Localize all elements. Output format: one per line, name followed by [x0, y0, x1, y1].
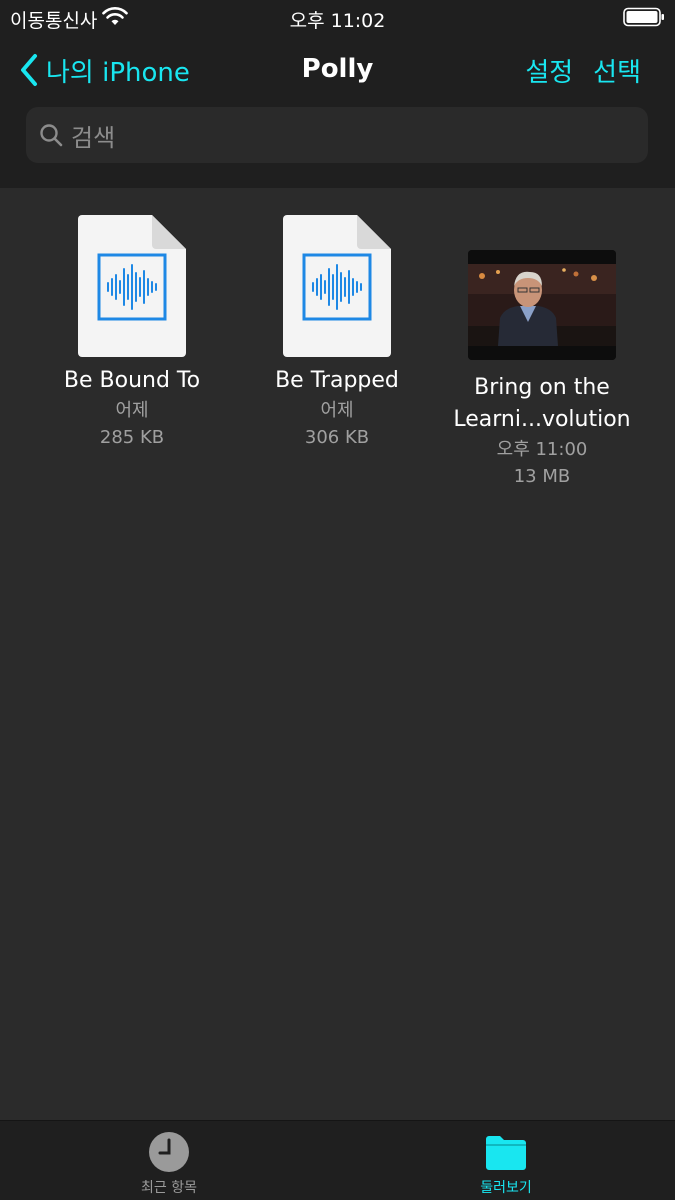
tab-browse[interactable]: 둘러보기 [436, 1131, 576, 1197]
clock-icon [149, 1132, 189, 1172]
file-item-be-trapped[interactable]: Be Trapped 어제 306 KB [237, 215, 437, 451]
chevron-left-icon [21, 54, 37, 86]
file-name-line-2: Learni...volution [453, 407, 631, 432]
tab-bar: 최근 항목 둘러보기 [0, 1120, 675, 1200]
file-item-be-bound-to[interactable]: Be Bound To 어제 285 KB [32, 215, 232, 451]
tab-browse-label: 둘러보기 [480, 1180, 532, 1196]
folder-icon [486, 1136, 526, 1170]
audio-file-icon [78, 215, 186, 357]
audio-file-icon [283, 215, 391, 357]
back-button-label: 나의 iPhone [46, 57, 190, 88]
file-date: 오후 11:00 [496, 439, 588, 460]
video-thumbnail [468, 250, 616, 360]
tab-recents-label: 최근 항목 [141, 1180, 197, 1196]
file-size: 285 KB [99, 427, 165, 448]
battery-icon [623, 7, 664, 27]
settings-button[interactable]: 설정 [525, 52, 573, 89]
file-size: 306 KB [304, 427, 370, 448]
status-bar: 이동통신사 오후 11:02 [0, 0, 675, 36]
file-size: 13 MB [513, 466, 571, 487]
search-placeholder: 검색 [71, 123, 116, 152]
file-name-line-1: Bring on the [474, 375, 610, 400]
status-time: 오후 11:02 [289, 10, 386, 32]
nav-actions: 설정 선택 [525, 52, 641, 89]
file-date: 어제 [320, 400, 354, 421]
navigation-bar: 나의 iPhone Polly 설정 선택 검색 [0, 36, 675, 188]
search-icon [40, 124, 63, 147]
file-name: Be Bound To [63, 368, 201, 393]
back-button[interactable]: 나의 iPhone [18, 52, 190, 88]
select-button[interactable]: 선택 [593, 52, 641, 89]
files-app-screen: 이동통신사 오후 11:02 나의 iPhone Polly 설정 선택 검색 … [0, 0, 675, 1200]
search-input[interactable]: 검색 [26, 107, 648, 163]
tab-recents[interactable]: 최근 항목 [99, 1131, 239, 1197]
file-name: Be Trapped [275, 368, 399, 393]
file-item-bring-on-the-learning-revolution[interactable]: Bring on the Learni...volution 오후 11:00 … [442, 190, 642, 490]
file-date: 어제 [115, 400, 149, 421]
